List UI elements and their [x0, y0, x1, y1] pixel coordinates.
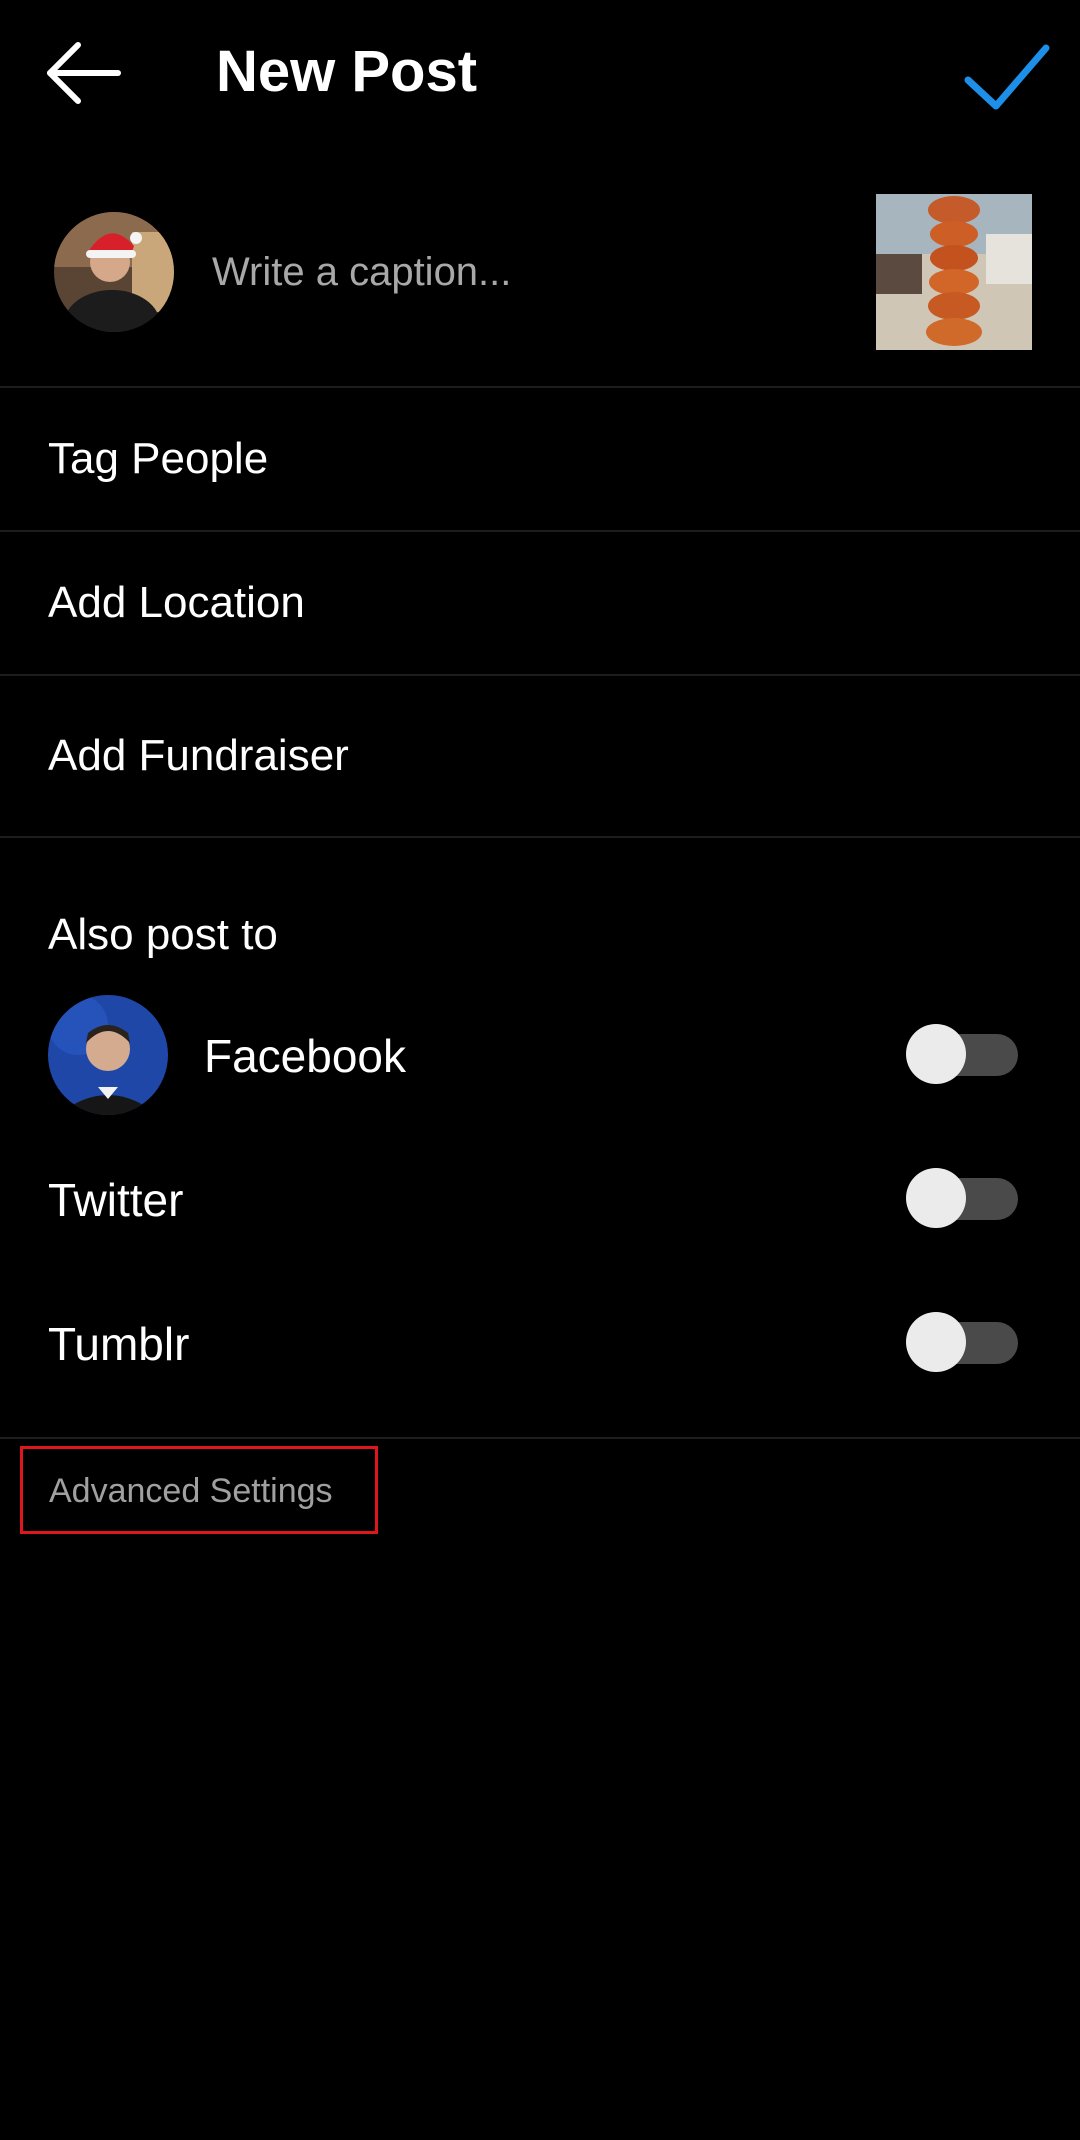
toggle-knob — [906, 1312, 966, 1372]
post-thumbnail — [876, 194, 1032, 350]
add-fundraiser-label: Add Fundraiser — [48, 731, 349, 780]
arrow-left-icon — [47, 42, 121, 104]
twitter-toggle[interactable] — [906, 1166, 1018, 1230]
add-fundraiser-row[interactable]: Add Fundraiser — [0, 676, 1080, 838]
caption-row — [0, 180, 1080, 388]
facebook-toggle[interactable] — [906, 1022, 1018, 1086]
share-row-facebook: Facebook — [0, 990, 1080, 1120]
twitter-label: Twitter — [48, 1174, 184, 1226]
advanced-settings-label: Advanced Settings — [49, 1472, 333, 1510]
facebook-label: Facebook — [204, 1030, 407, 1082]
checkmark-icon — [964, 44, 1050, 110]
page-title: New Post — [216, 39, 478, 104]
tag-people-label: Tag People — [48, 434, 269, 483]
share-row-tumblr: Tumblr — [0, 1278, 1080, 1408]
share-row-twitter: Twitter — [0, 1134, 1080, 1264]
share-confirm-button[interactable] — [962, 36, 1052, 116]
tumblr-toggle[interactable] — [906, 1310, 1018, 1374]
caption-input[interactable] — [212, 242, 812, 302]
toggle-knob — [906, 1024, 966, 1084]
also-post-to-heading: Also post to — [48, 910, 278, 959]
toggle-knob — [906, 1168, 966, 1228]
section-divider — [0, 1437, 1080, 1439]
facebook-avatar — [48, 995, 168, 1115]
user-avatar — [54, 212, 174, 332]
tumblr-label: Tumblr — [48, 1318, 190, 1370]
top-app-bar: New Post — [0, 0, 1080, 150]
add-location-label: Add Location — [48, 578, 305, 627]
tag-people-row[interactable]: Tag People — [0, 388, 1080, 532]
add-location-row[interactable]: Add Location — [0, 532, 1080, 676]
advanced-settings-link[interactable]: Advanced Settings — [20, 1446, 378, 1534]
back-button[interactable] — [40, 35, 130, 115]
